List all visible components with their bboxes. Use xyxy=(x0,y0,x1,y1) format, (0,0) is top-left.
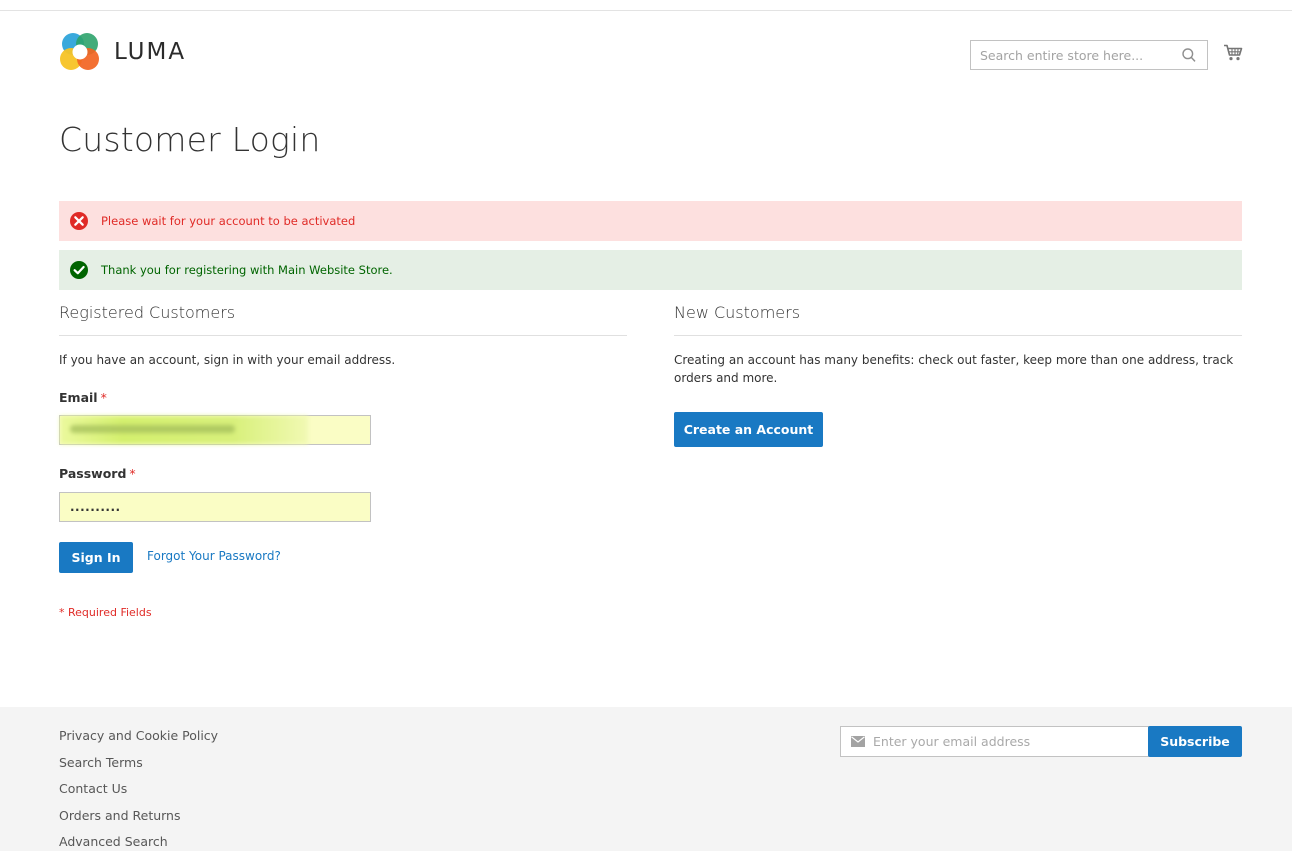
email-label-text: Email xyxy=(59,390,98,405)
footer-links: Privacy and Cookie Policy Search Terms C… xyxy=(59,727,218,860)
new-customers-intro: Creating an account has many benefits: c… xyxy=(674,351,1234,387)
sign-in-button[interactable]: Sign In xyxy=(59,542,133,573)
registered-customers-divider xyxy=(59,335,627,336)
error-message-text: Please wait for your account to be activ… xyxy=(101,214,355,228)
success-message: Thank you for registering with Main Webs… xyxy=(59,250,1242,290)
new-customers-divider xyxy=(674,335,1242,336)
footer-link-advanced-search[interactable]: Advanced Search xyxy=(59,833,218,860)
required-fields-note: * Required Fields xyxy=(59,606,152,619)
mail-icon xyxy=(851,736,865,747)
required-star: * xyxy=(101,390,107,405)
footer-link-privacy[interactable]: Privacy and Cookie Policy xyxy=(59,727,218,754)
password-label: Password* xyxy=(59,466,136,481)
error-icon xyxy=(69,211,89,231)
registered-intro: If you have an account, sign in with you… xyxy=(59,351,395,369)
luma-logo-icon xyxy=(59,31,101,73)
cart-icon[interactable] xyxy=(1223,43,1243,63)
forgot-password-link[interactable]: Forgot Your Password? xyxy=(147,549,281,563)
registered-customers-title: Registered Customers xyxy=(59,303,235,322)
footer-link-orders-returns[interactable]: Orders and Returns xyxy=(59,807,218,834)
footer: Privacy and Cookie Policy Search Terms C… xyxy=(0,707,1292,851)
footer-link-search-terms[interactable]: Search Terms xyxy=(59,754,218,781)
luma-logo[interactable]: LUMA xyxy=(59,31,186,73)
email-value-blurred xyxy=(60,416,308,444)
top-divider xyxy=(0,10,1292,11)
password-label-text: Password xyxy=(59,466,126,481)
check-circle-icon xyxy=(69,260,89,280)
required-star: * xyxy=(129,466,135,481)
footer-link-contact[interactable]: Contact Us xyxy=(59,780,218,807)
logo-text: LUMA xyxy=(114,39,186,65)
create-account-button[interactable]: Create an Account xyxy=(674,412,823,447)
newsletter-box xyxy=(840,726,1149,757)
success-message-text: Thank you for registering with Main Webs… xyxy=(101,263,393,277)
new-customers-title: New Customers xyxy=(674,303,800,322)
subscribe-button[interactable]: Subscribe xyxy=(1148,726,1242,757)
page-title: Customer Login xyxy=(59,120,320,159)
email-label: Email* xyxy=(59,390,107,405)
search-icon[interactable] xyxy=(1182,48,1196,63)
password-field[interactable] xyxy=(59,492,371,522)
newsletter-email-input[interactable] xyxy=(871,727,1141,756)
search-input[interactable] xyxy=(971,41,1171,69)
search-box xyxy=(970,40,1208,70)
error-message: Please wait for your account to be activ… xyxy=(59,201,1242,241)
